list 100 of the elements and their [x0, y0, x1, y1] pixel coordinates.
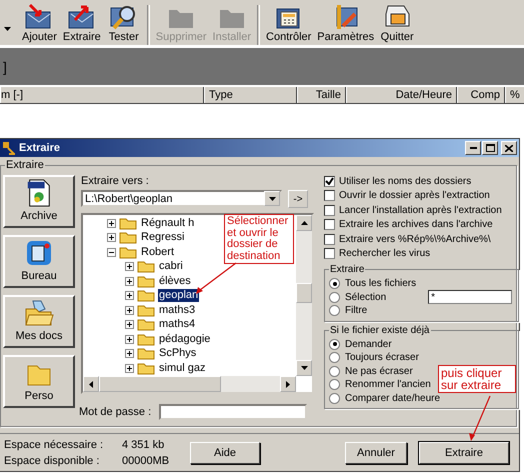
tree-item[interactable]: pédagogie	[158, 332, 212, 346]
shortcut-button[interactable]: Archive	[3, 175, 75, 228]
caret-icon[interactable]	[4, 27, 11, 31]
toolbar-button[interactable]: Extraire	[60, 4, 104, 45]
password-field[interactable]	[159, 404, 308, 420]
close-button[interactable]	[501, 141, 517, 155]
help-button[interactable]: Aide	[190, 442, 260, 464]
folder-icon	[137, 347, 155, 360]
up-arrow-icon	[300, 221, 308, 225]
toolbar-button[interactable]: Contrôler	[263, 4, 314, 45]
space-label: Espace disponible :	[4, 454, 100, 466]
folder-icon	[137, 289, 155, 302]
horizontal-scrollbar[interactable]	[83, 376, 296, 392]
folder-icon	[137, 304, 155, 317]
radio-option[interactable]: Sélection	[329, 290, 386, 304]
close-icon	[505, 144, 513, 152]
checkbox[interactable]	[324, 204, 335, 216]
checkbox[interactable]	[324, 234, 335, 245]
expander-icon[interactable]	[125, 364, 134, 373]
column-header[interactable]: Type	[204, 87, 297, 103]
scrollbar-thumb[interactable]	[99, 376, 221, 392]
shortcut-button[interactable]: Bureau	[3, 235, 75, 288]
radio-option[interactable]: Toujours écraser	[329, 351, 419, 364]
scrollbar-thumb[interactable]	[296, 283, 312, 303]
cancel-button[interactable]: Annuler	[345, 442, 407, 464]
zip-file-icon	[26, 179, 52, 207]
window-title: Extraire	[19, 142, 61, 154]
shortcut-button[interactable]: Perso	[3, 355, 75, 408]
tree-item[interactable]: Régnault h	[140, 216, 196, 230]
option-checkbox[interactable]: Utiliser les noms des dossiers	[324, 174, 520, 188]
option-checkbox[interactable]: Extraire les archives dans l'archive	[324, 218, 520, 232]
minimize-button[interactable]	[465, 141, 481, 155]
destination-combo[interactable]: L:\Robert\geoplan	[81, 190, 282, 207]
folder-icon	[137, 332, 155, 346]
tree-item[interactable]: Regressi	[140, 231, 186, 244]
dropdown-icon	[268, 196, 276, 200]
radio-option[interactable]: Filtre	[329, 304, 368, 318]
space-label: Espace nécessaire :	[4, 438, 104, 450]
extract-button[interactable]: Extraire	[419, 442, 509, 464]
annotation-arrow	[469, 396, 491, 441]
minimize-icon	[470, 147, 476, 149]
toolbar-button[interactable]: Ajouter	[19, 4, 60, 45]
column-header[interactable]: %	[505, 87, 524, 103]
space-value: 00000MB	[122, 454, 170, 466]
annotation-callout: puis cliquer sur extraire	[438, 365, 516, 393]
path-text: ]	[3, 58, 7, 74]
password-label: Mot de passe :	[79, 405, 152, 420]
tree-item[interactable]: Robert	[140, 246, 176, 259]
expander-icon[interactable]	[125, 349, 134, 358]
expander-icon[interactable]	[125, 306, 134, 315]
folder-icon	[119, 246, 137, 259]
checkbox[interactable]	[324, 176, 335, 187]
expander-icon[interactable]	[125, 291, 134, 300]
radio-option[interactable]: Comparer date/heure	[329, 392, 440, 405]
toolbar-button[interactable]: Tester	[104, 4, 144, 45]
checkbox[interactable]	[324, 190, 335, 202]
space-value: 4 351 kb	[122, 438, 166, 450]
expander-icon[interactable]	[125, 320, 134, 330]
folder-icon	[119, 231, 137, 244]
tree-item[interactable]: maths4	[158, 318, 196, 332]
column-header[interactable]: Comp	[457, 87, 505, 103]
check-icon	[325, 177, 334, 186]
shortcut-button[interactable]: Mes docs	[3, 295, 75, 348]
destination-label: Extraire vers :	[81, 174, 150, 188]
option-checkbox[interactable]: Extraire vers %Rép%\%Archive%\	[324, 232, 520, 246]
tree-item[interactable]: geoplan	[158, 289, 200, 302]
option-checkbox[interactable]: Lancer l'installation après l'extraction	[324, 203, 520, 218]
folder-icon	[137, 260, 155, 274]
radio-option[interactable]: Ne pas écraser	[329, 364, 413, 378]
column-header[interactable]: Date/Heure	[346, 87, 457, 103]
tree-item[interactable]: cabri	[158, 260, 184, 274]
tree-item[interactable]: simul gaz	[158, 362, 206, 375]
tree-item[interactable]: élèves	[158, 274, 192, 288]
radio-option[interactable]: Demander	[329, 338, 392, 351]
expander-icon[interactable]	[107, 218, 116, 228]
filter-field[interactable]: *	[428, 290, 512, 304]
vertical-scrollbar[interactable]	[296, 215, 312, 376]
tree-item[interactable]: maths3	[158, 304, 196, 317]
maximize-button[interactable]	[482, 141, 498, 155]
tree-item[interactable]: ScPhys	[158, 347, 198, 360]
column-header[interactable]: m [-]	[0, 87, 204, 103]
column-header[interactable]: Taille	[297, 87, 346, 103]
go-button[interactable]: ->	[288, 190, 308, 208]
toolbar-button[interactable]: Paramètres	[314, 4, 378, 45]
down-arrow-icon	[300, 366, 308, 370]
radio-option[interactable]: Tous les fichiers	[329, 277, 416, 290]
folder-icon	[137, 274, 155, 288]
maximize-icon	[486, 144, 494, 152]
expander-icon[interactable]	[125, 334, 134, 344]
radio-option[interactable]: Renommer l'ancien	[329, 378, 431, 392]
expander-icon[interactable]	[125, 262, 134, 272]
expander-icon[interactable]	[107, 248, 116, 257]
checkbox[interactable]	[324, 219, 335, 230]
checkbox[interactable]	[324, 248, 335, 260]
option-checkbox[interactable]: Rechercher les virus	[324, 246, 520, 261]
option-checkbox[interactable]: Ouvrir le dossier après l'extraction	[324, 188, 520, 203]
expander-icon[interactable]	[125, 276, 134, 286]
folder-icon	[26, 363, 52, 387]
expander-icon[interactable]	[107, 233, 116, 242]
toolbar-button[interactable]: Quitter	[377, 4, 418, 45]
